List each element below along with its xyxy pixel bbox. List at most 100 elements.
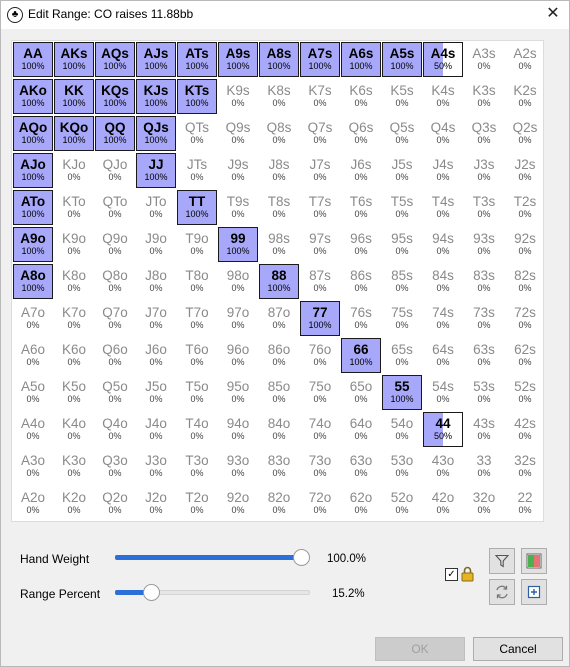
hand-cell-A2s[interactable]: A2s 0%: [505, 42, 545, 77]
hand-cell-T4s[interactable]: T4s 0%: [423, 190, 463, 225]
hand-cell-75o[interactable]: 75o 0%: [300, 375, 340, 410]
hand-cell-K5o[interactable]: K5o 0%: [54, 375, 94, 410]
hand-cell-86o[interactable]: 86o 0%: [259, 338, 299, 373]
hand-cell-J3o[interactable]: J3o 0%: [136, 449, 176, 484]
hand-cell-KQo[interactable]: KQo 100%: [54, 116, 94, 151]
hand-cell-43s[interactable]: 43s 0%: [464, 412, 504, 447]
hand-cell-32s[interactable]: 32s 0%: [505, 449, 545, 484]
hand-cell-K6s[interactable]: K6s 0%: [341, 79, 381, 114]
hand-cell-52o[interactable]: 52o 0%: [382, 486, 422, 521]
hand-cell-52s[interactable]: 52s 0%: [505, 375, 545, 410]
hand-cell-Q9o[interactable]: Q9o 0%: [95, 227, 135, 262]
ok-button[interactable]: OK: [375, 637, 465, 661]
hand-cell-43o[interactable]: 43o 0%: [423, 449, 463, 484]
hand-cell-AA[interactable]: AA 100%: [13, 42, 53, 77]
hand-cell-J9s[interactable]: J9s 0%: [218, 153, 258, 188]
hand-cell-A3o[interactable]: A3o 0%: [13, 449, 53, 484]
hand-cell-T5s[interactable]: T5s 0%: [382, 190, 422, 225]
hand-cell-Q5s[interactable]: Q5s 0%: [382, 116, 422, 151]
hand-cell-73s[interactable]: 73s 0%: [464, 301, 504, 336]
hand-cell-86s[interactable]: 86s 0%: [341, 264, 381, 299]
hand-cell-76o[interactable]: 76o 0%: [300, 338, 340, 373]
hand-cell-85s[interactable]: 85s 0%: [382, 264, 422, 299]
hand-cell-T7s[interactable]: T7s 0%: [300, 190, 340, 225]
hand-cell-K5s[interactable]: K5s 0%: [382, 79, 422, 114]
hand-cell-K9o[interactable]: K9o 0%: [54, 227, 94, 262]
hand-cell-J8s[interactable]: J8s 0%: [259, 153, 299, 188]
hand-cell-97o[interactable]: 97o 0%: [218, 301, 258, 336]
hand-cell-T3o[interactable]: T3o 0%: [177, 449, 217, 484]
hand-cell-QJo[interactable]: QJo 0%: [95, 153, 135, 188]
hand-cell-K7s[interactable]: K7s 0%: [300, 79, 340, 114]
hand-weight-slider[interactable]: [115, 548, 310, 568]
hand-cell-63s[interactable]: 63s 0%: [464, 338, 504, 373]
hand-cell-K6o[interactable]: K6o 0%: [54, 338, 94, 373]
hand-cell-74s[interactable]: 74s 0%: [423, 301, 463, 336]
hand-cell-T4o[interactable]: T4o 0%: [177, 412, 217, 447]
hand-cell-76s[interactable]: 76s 0%: [341, 301, 381, 336]
hand-cell-64o[interactable]: 64o 0%: [341, 412, 381, 447]
filter-button[interactable]: [489, 548, 515, 574]
hand-cell-J2s[interactable]: J2s 0%: [505, 153, 545, 188]
hand-cell-Q5o[interactable]: Q5o 0%: [95, 375, 135, 410]
hand-cell-QTs[interactable]: QTs 0%: [177, 116, 217, 151]
hand-cell-87o[interactable]: 87o 0%: [259, 301, 299, 336]
hand-cell-Q2s[interactable]: Q2s 0%: [505, 116, 545, 151]
hand-cell-A5s[interactable]: A5s 100%: [382, 42, 422, 77]
hand-cell-QQ[interactable]: QQ 100%: [95, 116, 135, 151]
hand-cell-62o[interactable]: 62o 0%: [341, 486, 381, 521]
hand-cell-88[interactable]: 88 100%: [259, 264, 299, 299]
hand-cell-ATs[interactable]: ATs 100%: [177, 42, 217, 77]
hand-cell-K2o[interactable]: K2o 0%: [54, 486, 94, 521]
hand-cell-82o[interactable]: 82o 0%: [259, 486, 299, 521]
hand-cell-98s[interactable]: 98s 0%: [259, 227, 299, 262]
hand-cell-72o[interactable]: 72o 0%: [300, 486, 340, 521]
range-percent-thumb[interactable]: [142, 584, 160, 601]
hand-cell-T5o[interactable]: T5o 0%: [177, 375, 217, 410]
hand-cell-T6o[interactable]: T6o 0%: [177, 338, 217, 373]
hand-cell-Q8o[interactable]: Q8o 0%: [95, 264, 135, 299]
hand-cell-Q6s[interactable]: Q6s 0%: [341, 116, 381, 151]
hand-cell-Q3o[interactable]: Q3o 0%: [95, 449, 135, 484]
hand-cell-AQs[interactable]: AQs 100%: [95, 42, 135, 77]
hand-cell-A7s[interactable]: A7s 100%: [300, 42, 340, 77]
range-percent-slider[interactable]: [115, 583, 310, 603]
hand-cell-T8o[interactable]: T8o 0%: [177, 264, 217, 299]
hand-cell-A5o[interactable]: A5o 0%: [13, 375, 53, 410]
hand-cell-J5o[interactable]: J5o 0%: [136, 375, 176, 410]
hand-cell-Q4o[interactable]: Q4o 0%: [95, 412, 135, 447]
hand-cell-93o[interactable]: 93o 0%: [218, 449, 258, 484]
hand-cell-Q3s[interactable]: Q3s 0%: [464, 116, 504, 151]
hand-cell-32o[interactable]: 32o 0%: [464, 486, 504, 521]
hand-cell-JTo[interactable]: JTo 0%: [136, 190, 176, 225]
hand-cell-Q6o[interactable]: Q6o 0%: [95, 338, 135, 373]
hand-cell-K4o[interactable]: K4o 0%: [54, 412, 94, 447]
hand-cell-J6o[interactable]: J6o 0%: [136, 338, 176, 373]
hand-cell-84o[interactable]: 84o 0%: [259, 412, 299, 447]
hand-cell-87s[interactable]: 87s 0%: [300, 264, 340, 299]
hand-cell-T8s[interactable]: T8s 0%: [259, 190, 299, 225]
hand-cell-96o[interactable]: 96o 0%: [218, 338, 258, 373]
hand-cell-KQs[interactable]: KQs 100%: [95, 79, 135, 114]
hand-cell-94s[interactable]: 94s 0%: [423, 227, 463, 262]
hand-cell-J4o[interactable]: J4o 0%: [136, 412, 176, 447]
hand-cell-97s[interactable]: 97s 0%: [300, 227, 340, 262]
hand-cell-65o[interactable]: 65o 0%: [341, 375, 381, 410]
sync-button[interactable]: [489, 579, 515, 605]
hand-cell-T2s[interactable]: T2s 0%: [505, 190, 545, 225]
hand-cell-K4s[interactable]: K4s 0%: [423, 79, 463, 114]
hand-cell-Q4s[interactable]: Q4s 0%: [423, 116, 463, 151]
hand-cell-A4s[interactable]: A4s 50%: [423, 42, 463, 77]
hand-cell-J7o[interactable]: J7o 0%: [136, 301, 176, 336]
hand-cell-A2o[interactable]: A2o 0%: [13, 486, 53, 521]
hand-cell-42s[interactable]: 42s 0%: [505, 412, 545, 447]
hand-cell-K2s[interactable]: K2s 0%: [505, 79, 545, 114]
add-button[interactable]: [521, 579, 547, 605]
hand-cell-A8s[interactable]: A8s 100%: [259, 42, 299, 77]
hand-cell-A6s[interactable]: A6s 100%: [341, 42, 381, 77]
hand-cell-Q7s[interactable]: Q7s 0%: [300, 116, 340, 151]
hand-weight-thumb[interactable]: [293, 549, 310, 566]
hand-cell-95s[interactable]: 95s 0%: [382, 227, 422, 262]
hand-cell-83o[interactable]: 83o 0%: [259, 449, 299, 484]
hand-cell-Q2o[interactable]: Q2o 0%: [95, 486, 135, 521]
